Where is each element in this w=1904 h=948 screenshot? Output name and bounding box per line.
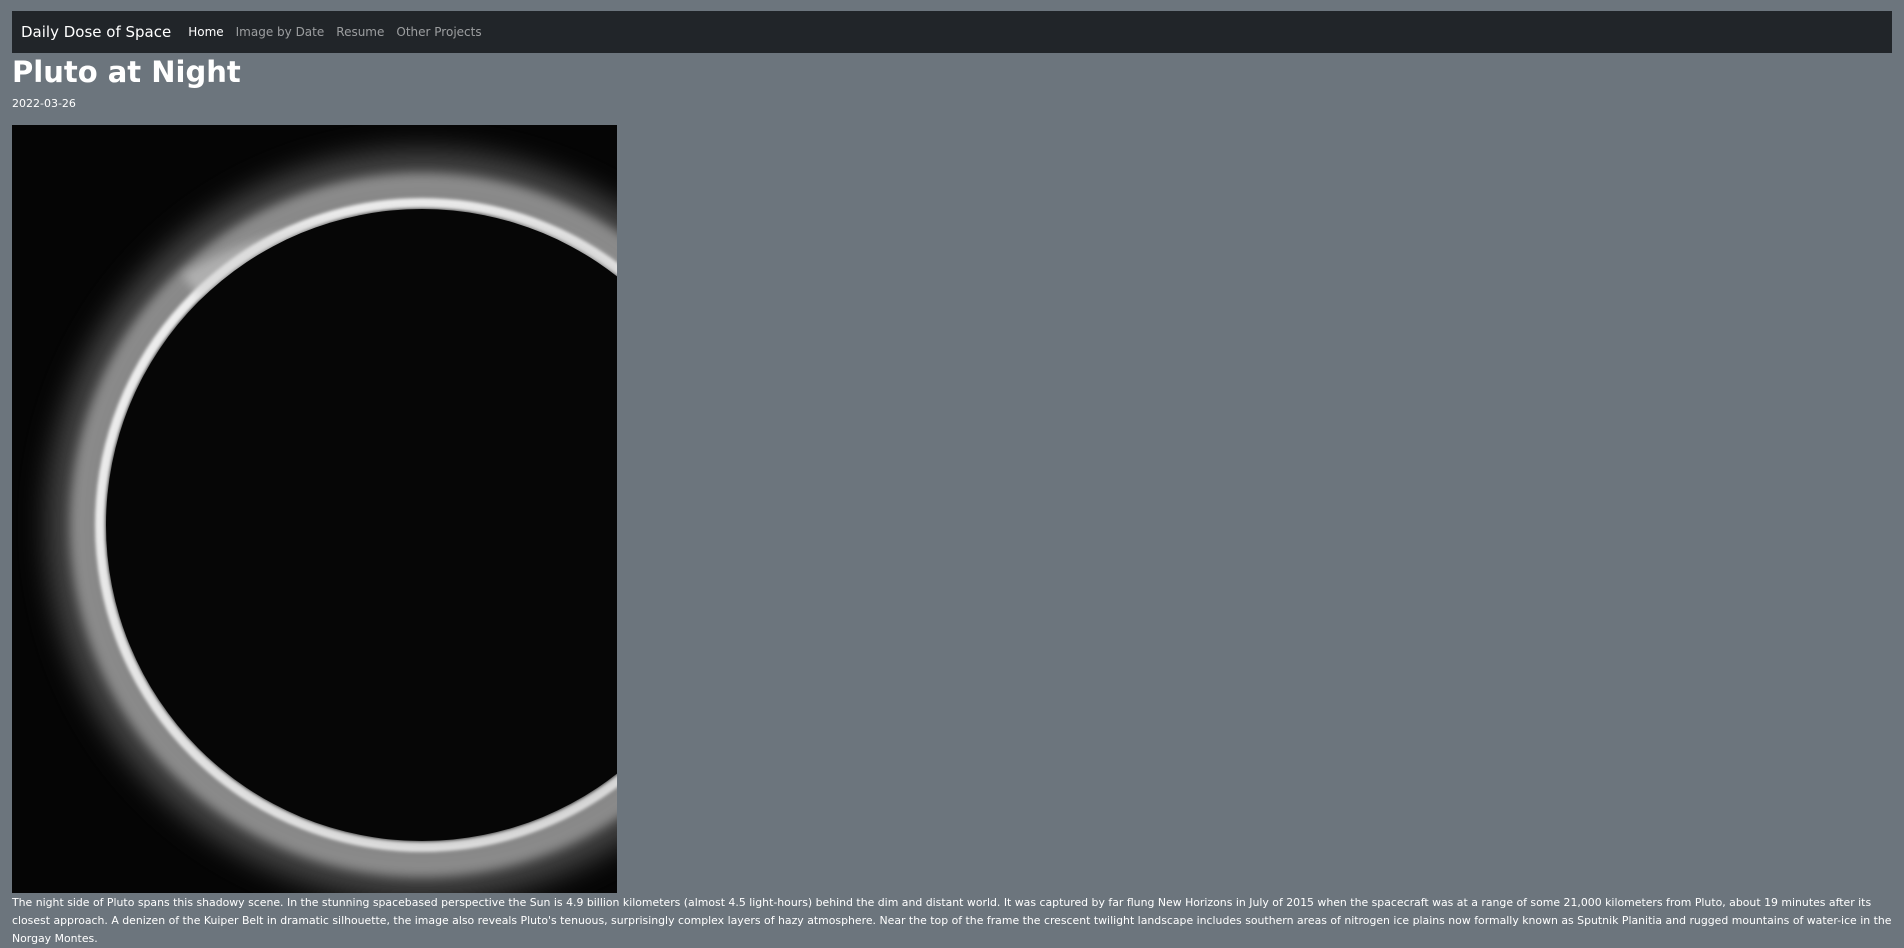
top-navbar: Daily Dose of Space Home Image by Date R… (12, 11, 1892, 53)
page-title: Pluto at Night (12, 55, 241, 89)
nav-link-resume[interactable]: Resume (336, 25, 384, 39)
nav-link-other-projects[interactable]: Other Projects (396, 25, 481, 39)
brand-link[interactable]: Daily Dose of Space (21, 23, 171, 41)
nav-links: Home Image by Date Resume Other Projects (188, 25, 493, 39)
image-description: The night side of Pluto spans this shado… (12, 896, 1892, 945)
nav-link-home[interactable]: Home (188, 25, 223, 39)
image-date: 2022-03-26 (12, 97, 76, 110)
nav-link-image-by-date[interactable]: Image by Date (236, 25, 325, 39)
pluto-night-image-graphic (12, 125, 617, 893)
pluto-night-image (12, 125, 617, 893)
